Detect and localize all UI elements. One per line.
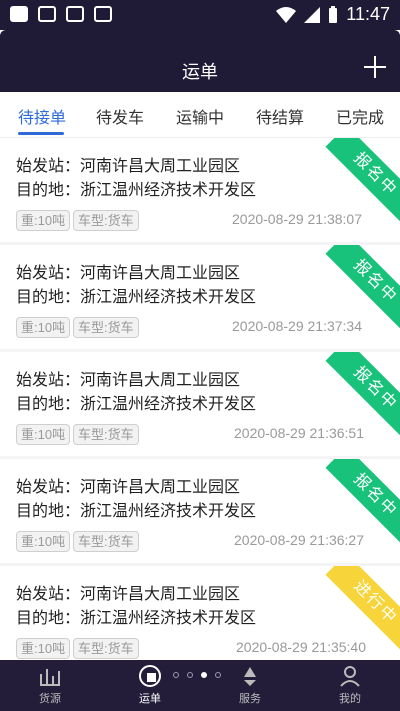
status-ribbon: 进行中 [310, 566, 400, 656]
order-card[interactable]: 始发站：河南许昌大周工业园区 目的地：浙江温州经济技术开发区 重:10吨 车型:… [0, 245, 400, 349]
origin-text: 始发站：河南许昌大周工业园区 [16, 158, 241, 175]
weight-tag: 重:10吨 [16, 424, 71, 445]
status-ribbon: 报名中 [310, 138, 400, 228]
image-icon [38, 6, 56, 22]
origin-text: 始发站：河南许昌大周工业园区 [16, 372, 241, 389]
status-label: 报名中 [325, 459, 400, 546]
weight-tag: 重:10吨 [16, 531, 71, 552]
status-right: 11:47 [276, 4, 390, 25]
truck-type-tag: 车型:货车 [73, 638, 139, 659]
a-box-icon [94, 6, 112, 22]
nav-label: 运单 [139, 693, 161, 705]
truck-type-tag: 车型:货车 [73, 317, 139, 338]
nav-item-waybill[interactable]: 运单 [120, 664, 180, 706]
destination-text: 目的地：浙江温州经济技术开发区 [16, 289, 257, 306]
weight-tag: 重:10吨 [16, 638, 71, 659]
mail-icon [66, 6, 84, 22]
origin-text: 始发站：河南许昌大周工业园区 [16, 586, 241, 603]
tab-completed[interactable]: 已完成 [336, 104, 384, 128]
status-label: 进行中 [325, 566, 400, 653]
truck-type-tag: 车型:货车 [73, 424, 139, 445]
chart-icon [38, 664, 62, 688]
status-ribbon: 报名中 [310, 245, 400, 335]
status-label: 报名中 [325, 138, 400, 225]
order-card[interactable]: 始发站：河南许昌大周工业园区 目的地：浙江温州经济技术开发区 重:10吨 车型:… [0, 459, 400, 563]
nav-label: 货源 [39, 693, 61, 705]
order-list: 始发站：河南许昌大周工业园区 目的地：浙江温州经济技术开发区 重:10吨 车型:… [0, 138, 400, 660]
destination-text: 目的地：浙江温州经济技术开发区 [16, 503, 257, 520]
order-card[interactable]: 始发站：河南许昌大周工业园区 目的地：浙江温州经济技术开发区 重:10吨 车型:… [0, 138, 400, 242]
status-left-icons [10, 6, 112, 22]
origin-text: 始发站：河南许昌大周工业园区 [16, 479, 241, 496]
truck-type-tag: 车型:货车 [73, 210, 139, 231]
status-label: 报名中 [325, 352, 400, 439]
wifi-icon [276, 6, 297, 23]
user-icon [338, 664, 362, 688]
destination-text: 目的地：浙江温州经济技术开发区 [16, 182, 257, 199]
bottom-nav: 货源 运单 服务 我的 [0, 660, 400, 711]
status-ribbon: 报名中 [310, 459, 400, 549]
nav-item-mine[interactable]: 我的 [320, 664, 380, 706]
status-ribbon: 报名中 [310, 352, 400, 442]
tab-pending-settle[interactable]: 待结算 [256, 104, 304, 128]
nav-label: 我的 [339, 693, 361, 705]
recycle-icon [238, 664, 262, 688]
tab-pending-depart[interactable]: 待发车 [96, 104, 144, 128]
order-card[interactable]: 始发站：河南许昌大周工业园区 目的地：浙江温州经济技术开发区 重:10吨 车型:… [0, 352, 400, 456]
weight-tag: 重:10吨 [16, 210, 71, 231]
order-card[interactable]: 始发站：河南许昌大周工业园区 目的地：浙江温州经济技术开发区 重:10吨 车型:… [0, 566, 400, 660]
page-dot-active [201, 672, 207, 678]
tab-in-transit[interactable]: 运输中 [176, 104, 224, 128]
status-label: 报名中 [325, 245, 400, 332]
tab-bar: 待接单 待发车 运输中 待结算 已完成 [0, 92, 400, 138]
destination-text: 目的地：浙江温州经济技术开发区 [16, 610, 257, 627]
nav-item-service[interactable]: 服务 [220, 664, 280, 706]
origin-text: 始发站：河南许昌大周工业园区 [16, 265, 241, 282]
tab-pending-accept[interactable]: 待接单 [18, 104, 66, 128]
destination-text: 目的地：浙江温州经济技术开发区 [16, 396, 257, 413]
page-dot [173, 672, 179, 678]
status-bar: 11:47 [0, 0, 400, 30]
page-indicator [173, 672, 221, 678]
page-title: 运单 [182, 62, 218, 82]
signal-icon [304, 6, 321, 23]
nav-label: 服务 [239, 693, 261, 705]
truck-type-tag: 车型:货车 [73, 531, 139, 552]
nav-item-cargo[interactable]: 货源 [20, 664, 80, 706]
page-dot [187, 672, 193, 678]
waybill-icon [138, 664, 162, 688]
weight-tag: 重:10吨 [16, 317, 71, 338]
plus-icon[interactable] [364, 56, 386, 78]
battery-icon [329, 5, 338, 23]
app-header: 运单 [0, 30, 400, 92]
notification-square-icon [10, 6, 28, 22]
active-tab-indicator [18, 132, 64, 135]
status-time: 11:47 [346, 4, 390, 24]
